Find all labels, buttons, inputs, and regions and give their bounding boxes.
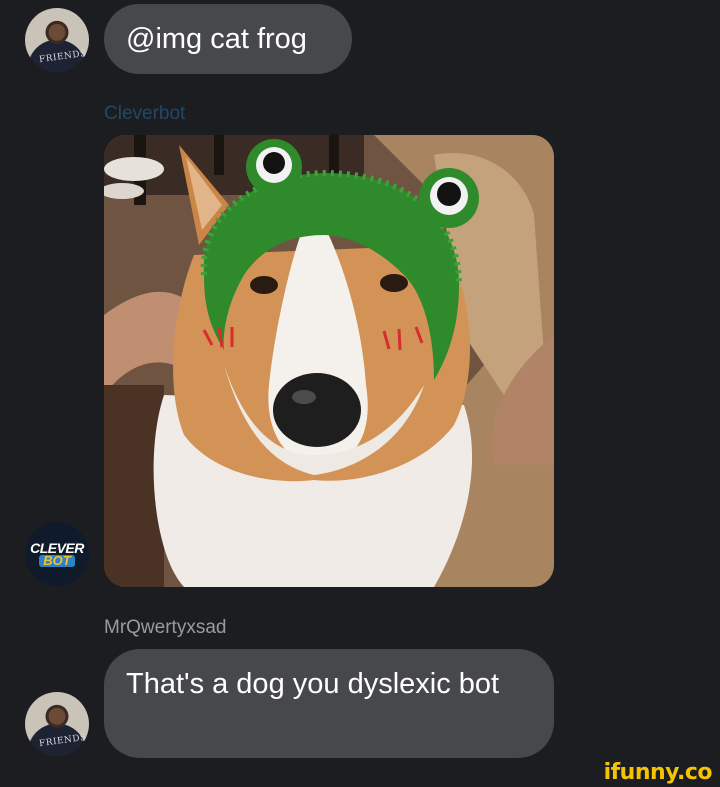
avatar-shirt-text: FRIENDS (38, 48, 88, 66)
sender-name-user: MrQwertyxsad (104, 617, 227, 638)
message-text: @img cat frog (126, 23, 307, 55)
message-bubble-user-reply: That's a dog you dyslexic bot (104, 649, 554, 758)
user-avatar[interactable]: FRIENDS (25, 8, 89, 72)
dog-frog-hat-photo (104, 135, 554, 587)
ifunny-watermark: ifunny.co (603, 760, 713, 785)
message-bubble-user-command: @img cat frog (104, 4, 352, 74)
cleverbot-avatar[interactable]: CLEVER BOT (25, 522, 89, 586)
user-avatar[interactable]: FRIENDS (25, 692, 89, 756)
avatar-shirt-text: FRIENDS (38, 732, 88, 750)
bot-image-message[interactable] (104, 135, 554, 587)
sender-name-bot: Cleverbot (104, 103, 186, 124)
message-text: That's a dog you dyslexic bot (126, 668, 500, 700)
cleverbot-logo-bottom: BOT (39, 554, 75, 567)
